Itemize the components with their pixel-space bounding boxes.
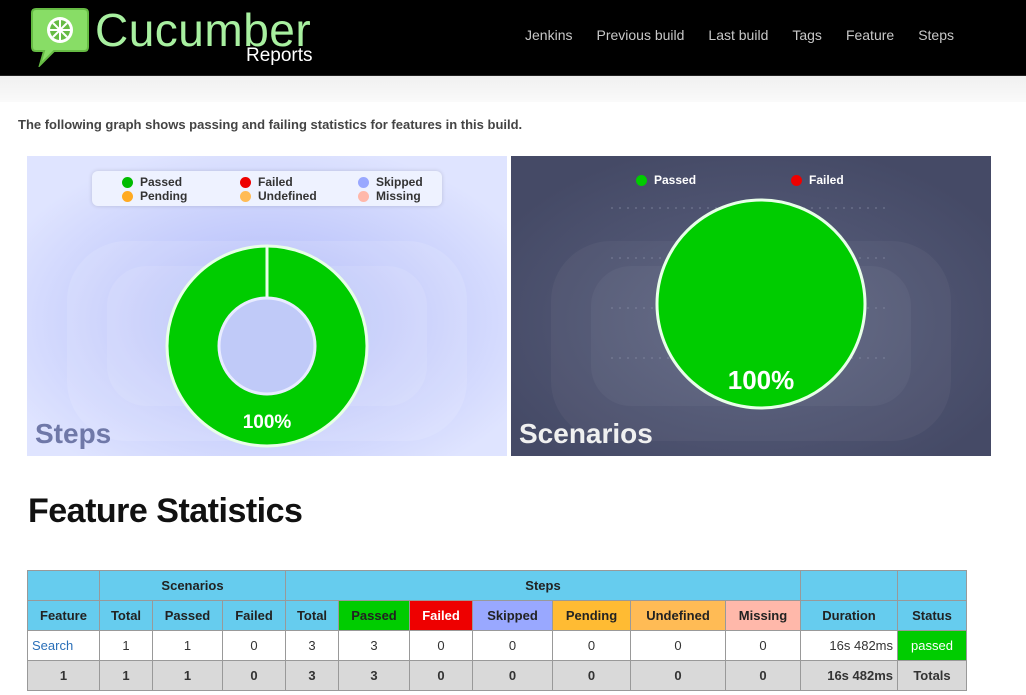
col-steps-undefined[interactable]: Undefined	[630, 600, 726, 631]
col-steps-total[interactable]: Total	[285, 600, 339, 631]
scen-legend-failed: Failed	[791, 173, 844, 187]
total-steps-undefined: 0	[630, 660, 726, 691]
cell-scen-passed: 1	[152, 630, 223, 661]
scen-legend-passed: Passed	[636, 173, 696, 187]
cell-steps-missing: 0	[725, 630, 801, 661]
total-steps-pending: 0	[552, 660, 631, 691]
group-header-row: Scenarios Steps	[27, 570, 967, 601]
legend-failed: Failed	[240, 175, 293, 189]
steps-chart: Passed Failed Skipped Pending Undefined …	[27, 156, 507, 456]
cell-feature: Search	[27, 630, 100, 661]
total-status: Totals	[897, 660, 967, 691]
table-row: Search 1 1 0 3 3 0 0 0 0 0 16s 482ms pas…	[27, 630, 967, 661]
cell-steps-skipped: 0	[472, 630, 553, 661]
scen-legend-passed-dot	[636, 174, 647, 186]
sub-bar	[0, 76, 1026, 102]
legend-undefined-label: Undefined	[258, 189, 317, 203]
legend-skipped: Skipped	[358, 175, 423, 189]
feature-statistics-title: Feature Statistics	[28, 492, 303, 530]
total-scen-failed: 0	[222, 660, 286, 691]
total-scen-passed: 1	[152, 660, 223, 691]
top-nav: Jenkins Previous build Last build Tags F…	[513, 27, 966, 43]
total-steps-passed: 3	[338, 660, 410, 691]
legend-failed-dot	[240, 176, 251, 188]
legend-passed-dot	[122, 176, 133, 188]
column-header-row: Feature Total Passed Failed Total Passed…	[27, 600, 967, 631]
legend-pending-label: Pending	[140, 189, 188, 203]
cell-duration: 16s 482ms	[800, 630, 898, 661]
nav-tags[interactable]: Tags	[780, 27, 834, 43]
nav-last-build[interactable]: Last build	[696, 27, 780, 43]
nav-feature[interactable]: Feature	[834, 27, 906, 43]
legend-pending-dot	[122, 190, 133, 202]
steps-chart-title: Steps	[35, 418, 112, 449]
legend-missing-label: Missing	[376, 189, 421, 203]
cell-steps-failed: 0	[409, 630, 473, 661]
nav-previous-build[interactable]: Previous build	[584, 27, 696, 43]
feature-link-search[interactable]: Search	[32, 638, 73, 653]
nav-steps[interactable]: Steps	[906, 27, 966, 43]
cell-steps-undefined: 0	[630, 630, 726, 661]
total-scen-total: 1	[99, 660, 153, 691]
steps-percent-label: 100%	[242, 412, 292, 433]
legend-skipped-dot	[358, 176, 369, 188]
total-duration: 16s 482ms	[800, 660, 898, 691]
legend-skipped-label: Skipped	[376, 175, 423, 189]
group-header-steps: Steps	[285, 570, 801, 601]
totals-row: 1 1 1 0 3 3 0 0 0 0 0 16s 482ms Totals	[27, 660, 967, 691]
legend-failed-label: Failed	[258, 175, 293, 189]
cell-scen-total: 1	[99, 630, 153, 661]
col-steps-passed[interactable]: Passed	[338, 600, 410, 631]
legend-undefined-dot	[240, 190, 251, 202]
scen-legend-failed-dot	[791, 174, 802, 186]
feature-statistics-table: Scenarios Steps Feature Total Passed Fai…	[27, 570, 967, 691]
total-feature: 1	[27, 660, 100, 691]
group-header-scenarios: Scenarios	[99, 570, 286, 601]
scenarios-percent-label: 100%	[727, 365, 795, 395]
cell-scen-failed: 0	[222, 630, 286, 661]
group-header-empty	[27, 570, 100, 601]
col-feature[interactable]: Feature	[27, 600, 100, 631]
cucumber-logo[interactable]: Cucumber Reports	[30, 4, 350, 67]
total-steps-skipped: 0	[472, 660, 553, 691]
cell-steps-total: 3	[285, 630, 339, 661]
col-scen-passed[interactable]: Passed	[152, 600, 223, 631]
steps-donut-hole	[217, 296, 317, 396]
top-header: Cucumber Reports Jenkins Previous build …	[0, 0, 1026, 76]
legend-passed-label: Passed	[140, 175, 183, 189]
col-steps-skipped[interactable]: Skipped	[472, 600, 553, 631]
legend-undefined: Undefined	[240, 189, 317, 203]
nav-jenkins[interactable]: Jenkins	[513, 27, 584, 43]
col-scen-failed[interactable]: Failed	[222, 600, 286, 631]
scenarios-chart-bg	[511, 156, 991, 456]
col-duration[interactable]: Duration	[800, 600, 898, 631]
cucumber-logo-icon	[31, 8, 89, 67]
intro-text: The following graph shows passing and fa…	[18, 117, 523, 132]
legend-missing: Missing	[358, 189, 421, 203]
status-badge: passed	[897, 630, 967, 661]
total-steps-missing: 0	[725, 660, 801, 691]
legend-pending: Pending	[122, 189, 187, 203]
cell-steps-passed: 3	[338, 630, 410, 661]
total-steps-failed: 0	[409, 660, 473, 691]
legend-missing-dot	[358, 190, 369, 202]
scen-legend-failed-label: Failed	[809, 173, 844, 187]
col-steps-missing[interactable]: Missing	[725, 600, 801, 631]
logo-subtitle: Reports	[246, 45, 313, 66]
scenarios-chart: Passed Failed 100% Scenarios	[511, 156, 991, 456]
group-header-empty-2	[800, 570, 898, 601]
col-status[interactable]: Status	[897, 600, 967, 631]
total-steps-total: 3	[285, 660, 339, 691]
scenarios-chart-title: Scenarios	[519, 418, 653, 449]
col-steps-failed[interactable]: Failed	[409, 600, 473, 631]
cell-steps-pending: 0	[552, 630, 631, 661]
col-scen-total[interactable]: Total	[99, 600, 153, 631]
group-header-empty-3	[897, 570, 967, 601]
steps-legend: Passed Failed Skipped Pending Undefined …	[92, 171, 442, 206]
scen-legend-passed-label: Passed	[654, 173, 697, 187]
col-steps-pending[interactable]: Pending	[552, 600, 631, 631]
legend-passed: Passed	[122, 175, 182, 189]
